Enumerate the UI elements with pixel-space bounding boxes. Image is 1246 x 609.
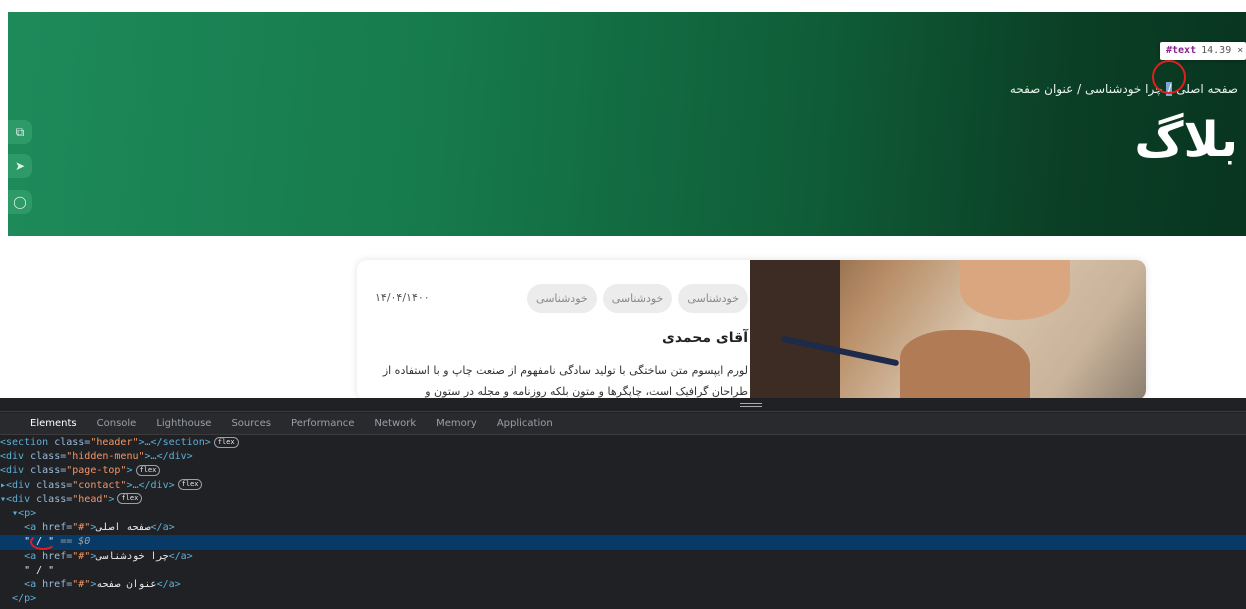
devtools-tabbar: Elements Console Lighthouse Sources Perf… — [0, 413, 1246, 435]
flex-badge[interactable]: flex — [177, 479, 203, 491]
tag-pill[interactable]: خودشناسی — [602, 284, 673, 313]
tab-lighthouse[interactable]: Lighthouse — [146, 413, 221, 434]
breadcrumb: صفحه اصلی / چرا خودشناسی / عنوان صفحه — [1010, 82, 1238, 96]
post-excerpt: لورم ایپسوم متن ساختگی با تولید سادگی نا… — [382, 364, 748, 398]
tooltip-node-name: #text — [1166, 45, 1197, 56]
dom-node[interactable]: ▾<p> — [0, 507, 1246, 521]
dom-node[interactable]: " / " — [0, 564, 1246, 578]
dom-node[interactable]: <a href="#">صفحه اصلی</a> — [0, 521, 1246, 535]
page-title: بلاگ — [1134, 112, 1238, 168]
dom-node[interactable]: ▸<div class="contact">…</div> flex — [0, 479, 1246, 493]
inspector-tooltip: #text 14.39 × 2 — [1160, 42, 1246, 60]
dom-node[interactable]: <a href="#">عنوان صفحه</a> — [0, 578, 1246, 592]
tag-pill[interactable]: خودشناسی — [678, 284, 748, 313]
card-photo — [750, 260, 1146, 400]
tab-network[interactable]: Network — [364, 413, 426, 434]
top-strip — [0, 0, 1246, 12]
dom-node[interactable]: </p> — [0, 592, 1246, 606]
tab-memory[interactable]: Memory — [426, 413, 487, 434]
devtools-panel: Elements Console Lighthouse Sources Perf… — [0, 398, 1246, 609]
post-date: ۱۴/۰۴/۱۴۰۰ — [375, 291, 430, 304]
tab-console[interactable]: Console — [87, 413, 147, 434]
chat-icon[interactable]: ◯ — [8, 190, 32, 214]
dom-node[interactable]: <a href="#">چرا خودشناسی</a> — [0, 550, 1246, 564]
page-header-hero: صفحه اصلی / چرا خودشناسی / عنوان صفحه بل… — [8, 12, 1246, 236]
tab-elements[interactable]: Elements — [20, 413, 87, 434]
tab-application[interactable]: Application — [487, 413, 563, 434]
flex-badge[interactable]: flex — [213, 436, 239, 448]
annotation-circle — [30, 534, 56, 550]
breadcrumb-why-link[interactable]: چرا خودشناسی — [1085, 82, 1163, 96]
tab-performance[interactable]: Performance — [281, 413, 364, 434]
dom-node-selected[interactable]: " / " == $0 — [0, 535, 1246, 550]
dom-node[interactable]: <div class="hidden-menu">…</div> — [0, 450, 1246, 464]
tag-pill[interactable]: خودشناسی — [527, 284, 597, 313]
dom-node[interactable]: <div class="page-top"> flex — [0, 464, 1246, 478]
tag-list: خودشناسی خودشناسی خودشناسی — [527, 284, 748, 313]
copy-icon[interactable]: ⧉ — [8, 120, 32, 144]
flex-badge[interactable]: flex — [135, 464, 161, 476]
devtools-resize-handle[interactable] — [0, 398, 1246, 412]
breadcrumb-separator: / — [1077, 82, 1082, 96]
author-name: آقای محمدی — [662, 330, 748, 346]
breadcrumb-page-link[interactable]: عنوان صفحه — [1010, 82, 1073, 96]
breadcrumb-home-link[interactable]: صفحه اصلی — [1176, 82, 1238, 96]
flex-badge[interactable]: flex — [117, 493, 143, 505]
annotation-circle — [1152, 60, 1186, 94]
dom-node[interactable]: ▾<div class="head"> flex — [0, 493, 1246, 507]
telegram-icon[interactable]: ➤ — [8, 154, 32, 178]
grip-icon — [740, 403, 762, 407]
tooltip-dimensions: 14.39 × 2 — [1201, 45, 1246, 56]
dom-node[interactable]: <section class="header">…</section> flex — [0, 436, 1246, 450]
dom-tree: <section class="header">…</section> flex … — [0, 436, 1246, 606]
blog-card[interactable]: خودشناسی خودشناسی خودشناسی ۱۴/۰۴/۱۴۰۰ آق… — [357, 260, 1146, 400]
tab-sources[interactable]: Sources — [221, 413, 281, 434]
